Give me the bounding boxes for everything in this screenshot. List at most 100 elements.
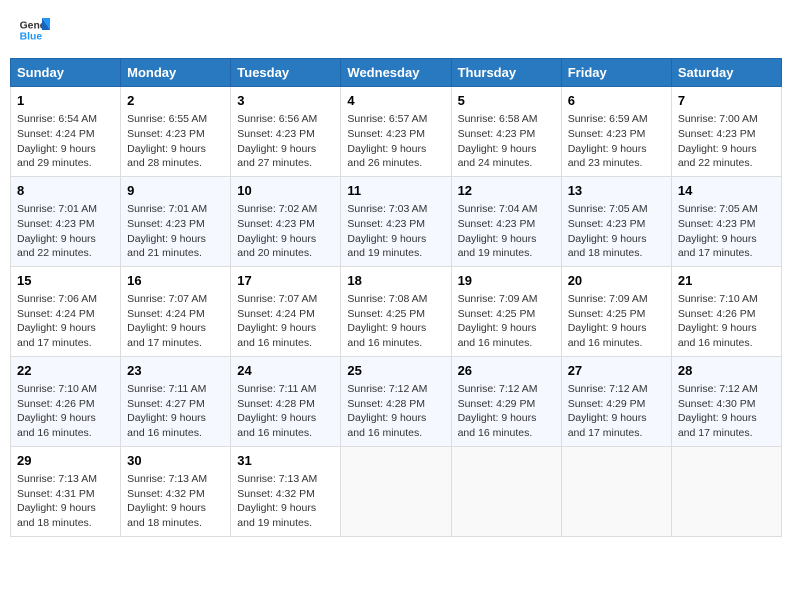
day-number: 19 (458, 272, 555, 290)
day-info: Sunrise: 7:00 AM Sunset: 4:23 PM Dayligh… (678, 112, 775, 171)
day-number: 31 (237, 452, 334, 470)
day-info: Sunrise: 7:10 AM Sunset: 4:26 PM Dayligh… (678, 292, 775, 351)
calendar-body: 1 Sunrise: 6:54 AM Sunset: 4:24 PM Daylig… (11, 87, 782, 537)
calendar-cell: 23 Sunrise: 7:11 AM Sunset: 4:27 PM Dayli… (121, 356, 231, 446)
day-number: 29 (17, 452, 114, 470)
calendar-cell: 31 Sunrise: 7:13 AM Sunset: 4:32 PM Dayli… (231, 446, 341, 536)
calendar-cell: 8 Sunrise: 7:01 AM Sunset: 4:23 PM Daylig… (11, 176, 121, 266)
day-number: 25 (347, 362, 444, 380)
day-number: 18 (347, 272, 444, 290)
day-info: Sunrise: 7:11 AM Sunset: 4:27 PM Dayligh… (127, 382, 224, 441)
day-info: Sunrise: 7:13 AM Sunset: 4:31 PM Dayligh… (17, 472, 114, 531)
calendar-cell: 16 Sunrise: 7:07 AM Sunset: 4:24 PM Dayli… (121, 266, 231, 356)
day-info: Sunrise: 7:06 AM Sunset: 4:24 PM Dayligh… (17, 292, 114, 351)
calendar-cell: 29 Sunrise: 7:13 AM Sunset: 4:31 PM Dayli… (11, 446, 121, 536)
day-info: Sunrise: 7:09 AM Sunset: 4:25 PM Dayligh… (458, 292, 555, 351)
calendar-cell: 25Sunrise: 7:12 AM Sunset: 4:28 PM Dayli… (341, 356, 451, 446)
calendar-cell: 6 Sunrise: 6:59 AM Sunset: 4:23 PM Daylig… (561, 87, 671, 177)
calendar-cell: 9 Sunrise: 7:01 AM Sunset: 4:23 PM Daylig… (121, 176, 231, 266)
day-number: 1 (17, 92, 114, 110)
calendar-week-row: 1 Sunrise: 6:54 AM Sunset: 4:24 PM Daylig… (11, 87, 782, 177)
page-header: General Blue (10, 10, 782, 50)
calendar-week-row: 22Sunrise: 7:10 AM Sunset: 4:26 PM Dayli… (11, 356, 782, 446)
day-number: 21 (678, 272, 775, 290)
day-info: Sunrise: 7:10 AM Sunset: 4:26 PM Dayligh… (17, 382, 114, 441)
calendar-cell: 10 Sunrise: 7:02 AM Sunset: 4:23 PM Dayli… (231, 176, 341, 266)
calendar-cell (561, 446, 671, 536)
day-info: Sunrise: 7:13 AM Sunset: 4:32 PM Dayligh… (237, 472, 334, 531)
calendar-cell (341, 446, 451, 536)
calendar-cell: 27Sunrise: 7:12 AM Sunset: 4:29 PM Dayli… (561, 356, 671, 446)
calendar-table: SundayMondayTuesdayWednesdayThursdayFrid… (10, 58, 782, 537)
day-number: 2 (127, 92, 224, 110)
day-info: Sunrise: 7:08 AM Sunset: 4:25 PM Dayligh… (347, 292, 444, 351)
day-number: 11 (347, 182, 444, 200)
calendar-cell (671, 446, 781, 536)
calendar-cell: 12Sunrise: 7:04 AM Sunset: 4:23 PM Dayli… (451, 176, 561, 266)
day-info: Sunrise: 6:59 AM Sunset: 4:23 PM Dayligh… (568, 112, 665, 171)
calendar-cell (451, 446, 561, 536)
day-info: Sunrise: 7:01 AM Sunset: 4:23 PM Dayligh… (17, 202, 114, 261)
day-info: Sunrise: 6:56 AM Sunset: 4:23 PM Dayligh… (237, 112, 334, 171)
day-info: Sunrise: 7:05 AM Sunset: 4:23 PM Dayligh… (568, 202, 665, 261)
day-info: Sunrise: 6:55 AM Sunset: 4:23 PM Dayligh… (127, 112, 224, 171)
day-number: 30 (127, 452, 224, 470)
day-info: Sunrise: 7:04 AM Sunset: 4:23 PM Dayligh… (458, 202, 555, 261)
day-number: 5 (458, 92, 555, 110)
calendar-header-row: SundayMondayTuesdayWednesdayThursdayFrid… (11, 59, 782, 87)
day-info: Sunrise: 6:57 AM Sunset: 4:23 PM Dayligh… (347, 112, 444, 171)
day-info: Sunrise: 6:58 AM Sunset: 4:23 PM Dayligh… (458, 112, 555, 171)
day-info: Sunrise: 7:05 AM Sunset: 4:23 PM Dayligh… (678, 202, 775, 261)
day-number: 6 (568, 92, 665, 110)
day-number: 8 (17, 182, 114, 200)
day-number: 14 (678, 182, 775, 200)
day-number: 9 (127, 182, 224, 200)
calendar-header-wednesday: Wednesday (341, 59, 451, 87)
day-info: Sunrise: 7:07 AM Sunset: 4:24 PM Dayligh… (237, 292, 334, 351)
calendar-header-tuesday: Tuesday (231, 59, 341, 87)
calendar-header-sunday: Sunday (11, 59, 121, 87)
calendar-header-saturday: Saturday (671, 59, 781, 87)
day-number: 3 (237, 92, 334, 110)
day-number: 28 (678, 362, 775, 380)
calendar-cell: 26 Sunrise: 7:12 AM Sunset: 4:29 PM Dayli… (451, 356, 561, 446)
calendar-cell: 5 Sunrise: 6:58 AM Sunset: 4:23 PM Daylig… (451, 87, 561, 177)
day-number: 13 (568, 182, 665, 200)
day-info: Sunrise: 7:12 AM Sunset: 4:30 PM Dayligh… (678, 382, 775, 441)
day-info: Sunrise: 7:02 AM Sunset: 4:23 PM Dayligh… (237, 202, 334, 261)
calendar-week-row: 29 Sunrise: 7:13 AM Sunset: 4:31 PM Dayli… (11, 446, 782, 536)
calendar-header-monday: Monday (121, 59, 231, 87)
calendar-cell: 20Sunrise: 7:09 AM Sunset: 4:25 PM Dayli… (561, 266, 671, 356)
calendar-header-thursday: Thursday (451, 59, 561, 87)
calendar-cell: 4Sunrise: 6:57 AM Sunset: 4:23 PM Daylig… (341, 87, 451, 177)
day-number: 15 (17, 272, 114, 290)
day-info: Sunrise: 6:54 AM Sunset: 4:24 PM Dayligh… (17, 112, 114, 171)
calendar-cell: 21 Sunrise: 7:10 AM Sunset: 4:26 PM Dayli… (671, 266, 781, 356)
day-number: 26 (458, 362, 555, 380)
logo: General Blue (18, 14, 50, 46)
calendar-cell: 11Sunrise: 7:03 AM Sunset: 4:23 PM Dayli… (341, 176, 451, 266)
calendar-cell: 14 Sunrise: 7:05 AM Sunset: 4:23 PM Dayli… (671, 176, 781, 266)
svg-text:Blue: Blue (20, 32, 43, 43)
day-info: Sunrise: 7:13 AM Sunset: 4:32 PM Dayligh… (127, 472, 224, 531)
day-number: 16 (127, 272, 224, 290)
calendar-cell: 22Sunrise: 7:10 AM Sunset: 4:26 PM Dayli… (11, 356, 121, 446)
day-number: 10 (237, 182, 334, 200)
calendar-cell: 2 Sunrise: 6:55 AM Sunset: 4:23 PM Daylig… (121, 87, 231, 177)
calendar-cell: 1 Sunrise: 6:54 AM Sunset: 4:24 PM Daylig… (11, 87, 121, 177)
day-info: Sunrise: 7:12 AM Sunset: 4:29 PM Dayligh… (458, 382, 555, 441)
day-number: 23 (127, 362, 224, 380)
calendar-cell: 3 Sunrise: 6:56 AM Sunset: 4:23 PM Daylig… (231, 87, 341, 177)
day-number: 27 (568, 362, 665, 380)
day-info: Sunrise: 7:07 AM Sunset: 4:24 PM Dayligh… (127, 292, 224, 351)
calendar-cell: 24Sunrise: 7:11 AM Sunset: 4:28 PM Dayli… (231, 356, 341, 446)
calendar-cell: 19 Sunrise: 7:09 AM Sunset: 4:25 PM Dayli… (451, 266, 561, 356)
logo-icon: General Blue (18, 14, 50, 46)
calendar-cell: 13 Sunrise: 7:05 AM Sunset: 4:23 PM Dayli… (561, 176, 671, 266)
day-info: Sunrise: 7:01 AM Sunset: 4:23 PM Dayligh… (127, 202, 224, 261)
calendar-cell: 17Sunrise: 7:07 AM Sunset: 4:24 PM Dayli… (231, 266, 341, 356)
calendar-header-friday: Friday (561, 59, 671, 87)
day-number: 24 (237, 362, 334, 380)
calendar-cell: 15 Sunrise: 7:06 AM Sunset: 4:24 PM Dayli… (11, 266, 121, 356)
day-number: 20 (568, 272, 665, 290)
